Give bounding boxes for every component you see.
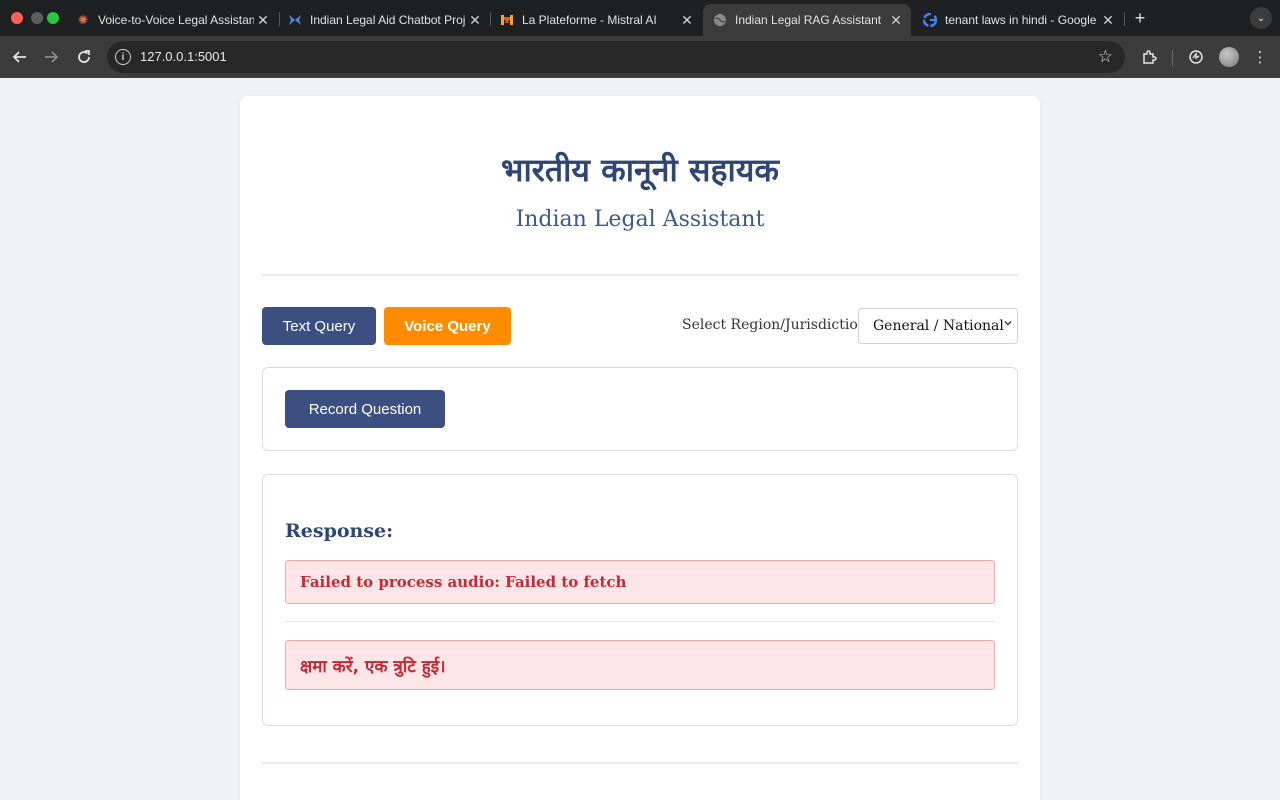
mistral-m-icon <box>500 13 514 27</box>
error-text-hindi: क्षमा करें, एक त्रुटि हुई। <box>300 657 446 677</box>
tab-mistral[interactable]: La Plateforme - Mistral AI ✕ <box>490 4 702 36</box>
region-label: Select Region/Jurisdiction: <box>682 317 872 333</box>
close-icon[interactable]: ✕ <box>1099 11 1117 29</box>
error-message-hindi: क्षमा करें, एक त्रुटि हुई। <box>285 640 995 690</box>
response-title: Response: <box>285 520 394 542</box>
google-g-icon <box>923 13 937 27</box>
reload-icon[interactable] <box>72 45 96 69</box>
page-title-english: Indian Legal Assistant <box>515 207 765 232</box>
window-maximize-button[interactable] <box>47 12 59 24</box>
close-icon[interactable]: ✕ <box>466 11 484 29</box>
page-viewport: भारतीय कानूनी सहायक Indian Legal Assista… <box>0 78 1280 800</box>
address-bar[interactable]: i 127.0.0.1:5001 ☆ <box>107 41 1125 73</box>
error-message: Failed to process audio: Failed to fetch <box>285 560 995 604</box>
tab-title: La Plateforme - Mistral AI <box>522 13 657 27</box>
performance-icon[interactable] <box>1184 45 1208 69</box>
close-icon[interactable]: ✕ <box>887 11 905 29</box>
back-arrow-icon[interactable] <box>8 45 32 69</box>
close-icon[interactable]: ✕ <box>678 11 696 29</box>
error-text: Failed to process audio: Failed to fetch <box>300 573 627 591</box>
footer-divider <box>262 762 1018 764</box>
forward-arrow-icon[interactable] <box>39 45 63 69</box>
response-panel: Response: Failed to process audio: Faile… <box>262 474 1018 726</box>
avatar[interactable] <box>1219 47 1239 67</box>
asterisk-orange-icon: ✺ <box>77 13 89 27</box>
voice-query-button[interactable]: Voice Query <box>384 307 511 345</box>
url-text[interactable]: 127.0.0.1:5001 <box>140 49 227 64</box>
new-tab-icon[interactable]: + <box>1130 8 1150 28</box>
response-divider <box>285 621 995 622</box>
info-icon[interactable]: i <box>115 49 131 65</box>
butterfly-blue-icon <box>288 13 302 27</box>
browser-tab-bar: ✺ Voice-to-Voice Legal Assistant ✕ India… <box>0 0 1280 36</box>
tab-title: Indian Legal Aid Chatbot Project <box>310 13 466 27</box>
window-close-button[interactable] <box>11 12 23 24</box>
region-select-value: General / National <box>873 318 1004 334</box>
tab-title: Indian Legal RAG Assistant <box>735 13 882 27</box>
chevron-down-icon[interactable]: ⌄ <box>1250 7 1272 29</box>
globe-icon <box>713 13 727 27</box>
region-select[interactable]: General / National <box>858 308 1018 344</box>
tab-voice-to-voice[interactable]: ✺ Voice-to-Voice Legal Assistant ✕ <box>66 4 278 36</box>
tab-indian-legal-aid-chatbot[interactable]: Indian Legal Aid Chatbot Project ✕ <box>278 4 490 36</box>
text-query-button[interactable]: Text Query <box>262 307 376 345</box>
browser-toolbar: i 127.0.0.1:5001 ☆ ⋮ <box>0 36 1280 78</box>
record-question-button[interactable]: Record Question <box>285 390 445 428</box>
tab-google-search[interactable]: tenant laws in hindi - Google ✕ <box>913 4 1123 36</box>
chevron-down-icon <box>1003 317 1013 331</box>
tab-title: tenant laws in hindi - Google <box>945 13 1097 27</box>
tab-title: Voice-to-Voice Legal Assistant <box>98 13 254 27</box>
more-menu-icon[interactable]: ⋮ <box>1248 45 1272 69</box>
window-minimize-button[interactable] <box>31 12 43 24</box>
extensions-puzzle-icon[interactable] <box>1137 45 1161 69</box>
voice-recorder-panel: Record Question <box>262 367 1018 451</box>
page-title-hindi: भारतीय कानूनी सहायक <box>501 151 779 189</box>
header-divider <box>262 274 1018 276</box>
bookmark-star-icon[interactable]: ☆ <box>1098 47 1113 67</box>
tab-indian-legal-rag[interactable]: Indian Legal RAG Assistant ✕ <box>703 4 911 36</box>
close-icon[interactable]: ✕ <box>254 11 272 29</box>
main-card: भारतीय कानूनी सहायक Indian Legal Assista… <box>240 96 1040 800</box>
